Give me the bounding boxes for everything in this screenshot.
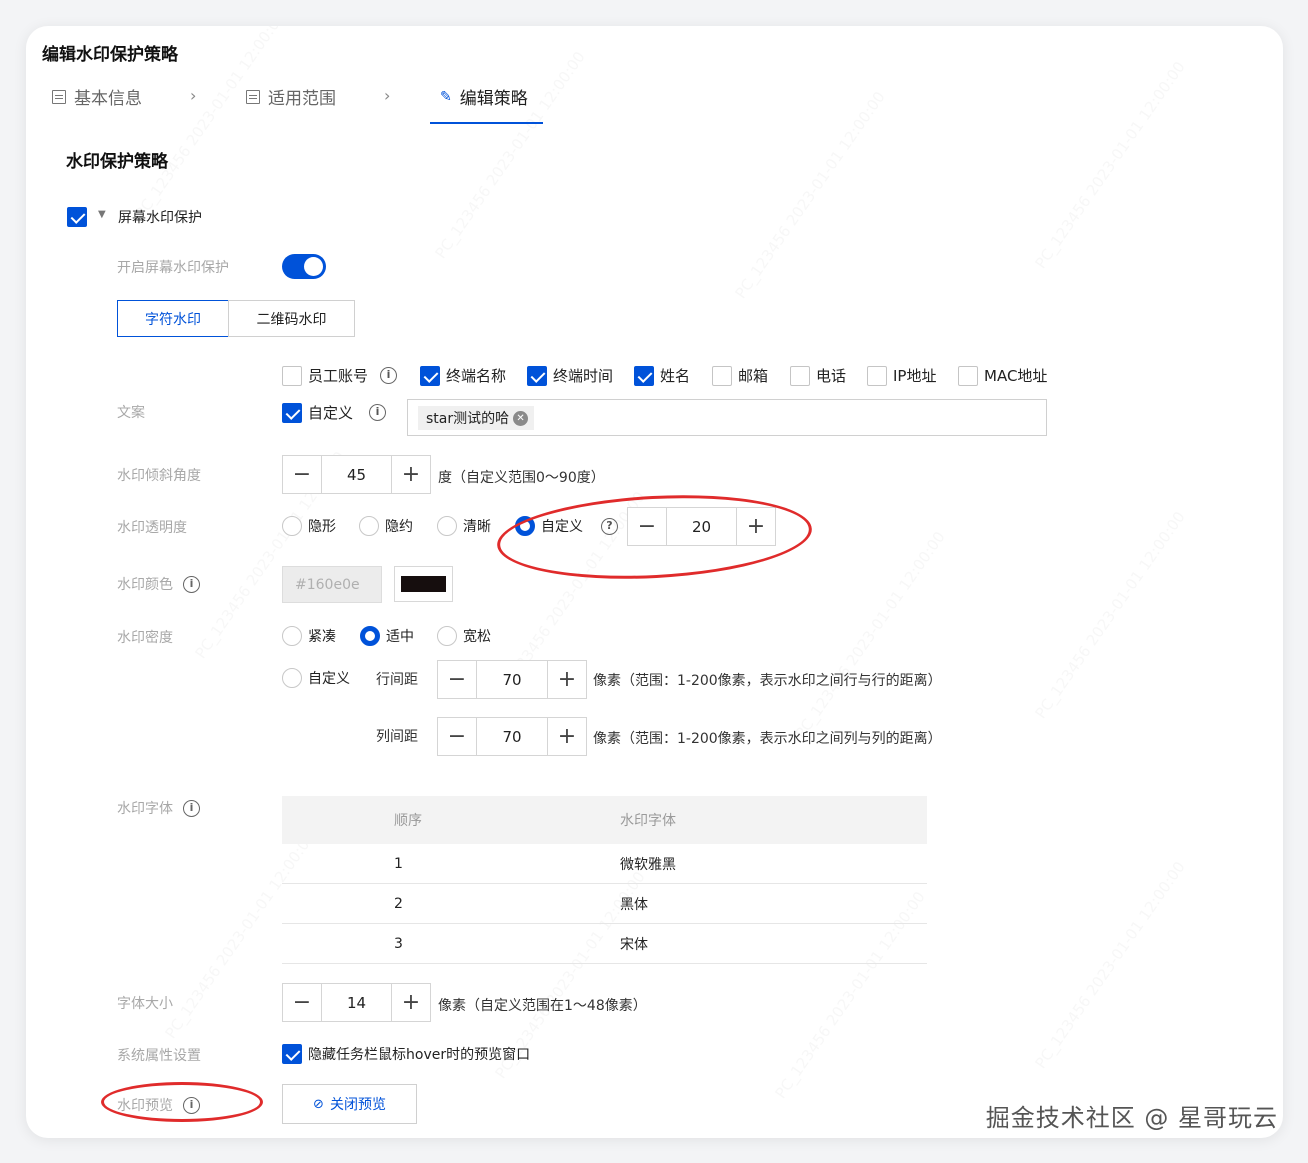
step-edit-policy[interactable]: ✎ 编辑策略 xyxy=(440,84,528,110)
chevron-right-icon: › xyxy=(190,86,197,105)
opacity-label: 水印透明度 xyxy=(117,520,187,536)
font-label: 水印字体 i xyxy=(117,798,200,818)
option-custom[interactable]: 自定义 i xyxy=(282,402,387,423)
col-spacing-stepper[interactable]: − 70 + xyxy=(437,717,587,756)
option-mac-address[interactable]: MAC地址 xyxy=(958,365,1047,386)
color-label: 水印颜色 i xyxy=(117,574,200,594)
font-table: 顺序 水印字体 1 微软雅黑 2 黑体 3 宋体 xyxy=(282,796,927,964)
close-preview-button[interactable]: ⊘ 关闭预览 xyxy=(282,1084,417,1124)
info-icon[interactable]: i xyxy=(183,799,200,817)
table-header: 顺序 水印字体 xyxy=(282,796,927,844)
source-credit: 掘金技术社区 @ 星哥玩云 xyxy=(985,1104,1278,1132)
col-spacing-label: 列间距 xyxy=(376,729,418,745)
density-medium[interactable]: 适中 xyxy=(360,626,414,646)
color-hex-input[interactable]: #160e0e xyxy=(282,566,382,603)
row-spacing-hint: 像素（范围：1-200像素，表示水印之间行与行的距离） xyxy=(593,673,942,689)
hide-taskbar-preview-checkbox[interactable]: 隐藏任务栏鼠标hover时的预览窗口 xyxy=(282,1044,530,1064)
minus-icon[interactable]: − xyxy=(438,661,476,698)
column-header-order: 顺序 xyxy=(394,813,422,829)
step-label: 基本信息 xyxy=(74,89,142,109)
option-phone[interactable]: 电话 xyxy=(790,365,846,386)
opacity-faint[interactable]: 隐约 xyxy=(359,516,413,536)
info-icon[interactable]: i xyxy=(183,575,200,593)
plus-icon[interactable]: + xyxy=(392,984,430,1021)
density-custom[interactable]: 自定义 xyxy=(282,668,350,688)
info-icon[interactable]: i xyxy=(380,367,398,384)
angle-label: 水印倾斜角度 xyxy=(117,468,201,484)
step-label: 适用范围 xyxy=(268,89,336,109)
copy-label: 文案 xyxy=(117,405,145,421)
info-icon[interactable]: i xyxy=(369,404,387,421)
checklist-icon xyxy=(246,89,260,104)
color-swatch-picker[interactable] xyxy=(394,566,453,602)
chevron-right-icon: › xyxy=(384,86,391,105)
custom-text-tag-input[interactable]: star测试的哈 ✕ xyxy=(407,399,1047,436)
option-name[interactable]: 姓名 xyxy=(634,365,690,386)
edit-policy-card: PC_123456 2023-01-01 12:00:00 PC_123456 … xyxy=(26,26,1283,1138)
row-spacing-label: 行间距 xyxy=(376,672,418,688)
option-terminal-time[interactable]: 终端时间 xyxy=(527,365,613,386)
option-employee-account[interactable]: 员工账号 i xyxy=(282,365,398,386)
eye-off-icon: ⊘ xyxy=(313,1096,324,1112)
row-spacing-stepper[interactable]: − 70 + xyxy=(437,660,587,699)
active-step-indicator xyxy=(430,122,543,124)
font-size-label: 字体大小 xyxy=(117,996,173,1012)
table-row[interactable]: 3 宋体 xyxy=(282,924,927,964)
table-row[interactable]: 2 黑体 xyxy=(282,884,927,924)
screen-wm-label: 屏幕水印保护 xyxy=(118,210,202,226)
annotation-ellipse xyxy=(495,487,814,587)
font-size-stepper[interactable]: − 14 + xyxy=(282,983,431,1022)
option-ip-address[interactable]: IP地址 xyxy=(867,365,936,386)
section-title: 水印保护策略 xyxy=(66,152,168,172)
caret-down-icon[interactable]: ▼ xyxy=(98,209,106,220)
angle-hint: 度（自定义范围0～90度） xyxy=(438,470,605,486)
minus-icon[interactable]: − xyxy=(283,984,321,1021)
step-label: 编辑策略 xyxy=(459,89,528,109)
density-compact[interactable]: 紧凑 xyxy=(282,626,336,646)
col-spacing-hint: 像素（范围：1-200像素，表示水印之间列与列的距离） xyxy=(593,731,942,747)
option-terminal-name[interactable]: 终端名称 xyxy=(420,365,506,386)
step-scope[interactable]: 适用范围 xyxy=(246,84,336,109)
opacity-clear[interactable]: 清晰 xyxy=(437,516,491,536)
plus-icon[interactable]: + xyxy=(548,718,586,755)
system-label: 系统属性设置 xyxy=(117,1048,201,1064)
step-basic-info[interactable]: 基本信息 xyxy=(52,84,142,109)
table-row[interactable]: 1 微软雅黑 xyxy=(282,844,927,884)
color-swatch xyxy=(401,576,446,592)
density-loose[interactable]: 宽松 xyxy=(437,626,491,646)
page-title: 编辑水印保护策略 xyxy=(42,45,178,65)
plus-icon[interactable]: + xyxy=(392,456,430,493)
pencil-icon: ✎ xyxy=(440,88,452,105)
option-email[interactable]: 邮箱 xyxy=(712,365,768,386)
column-header-font: 水印字体 xyxy=(620,813,676,829)
minus-icon[interactable]: − xyxy=(283,456,321,493)
custom-text-tag: star测试的哈 ✕ xyxy=(418,406,535,430)
opacity-invisible[interactable]: 隐形 xyxy=(282,516,336,536)
angle-stepper[interactable]: − 45 + xyxy=(282,455,431,494)
plus-icon[interactable]: + xyxy=(548,661,586,698)
tab-text-watermark[interactable]: 字符水印 xyxy=(117,300,229,337)
close-icon[interactable]: ✕ xyxy=(513,410,529,426)
screen-wm-checkbox[interactable] xyxy=(67,207,87,231)
enable-switch[interactable] xyxy=(282,254,326,279)
font-size-hint: 像素（自定义范围在1～48像素） xyxy=(438,998,647,1014)
form-icon xyxy=(52,89,66,104)
tab-qrcode-watermark[interactable]: 二维码水印 xyxy=(228,300,355,337)
enable-label: 开启屏幕水印保护 xyxy=(117,260,229,276)
minus-icon[interactable]: − xyxy=(438,718,476,755)
annotation-ellipse xyxy=(101,1082,263,1122)
density-label: 水印密度 xyxy=(117,630,173,646)
